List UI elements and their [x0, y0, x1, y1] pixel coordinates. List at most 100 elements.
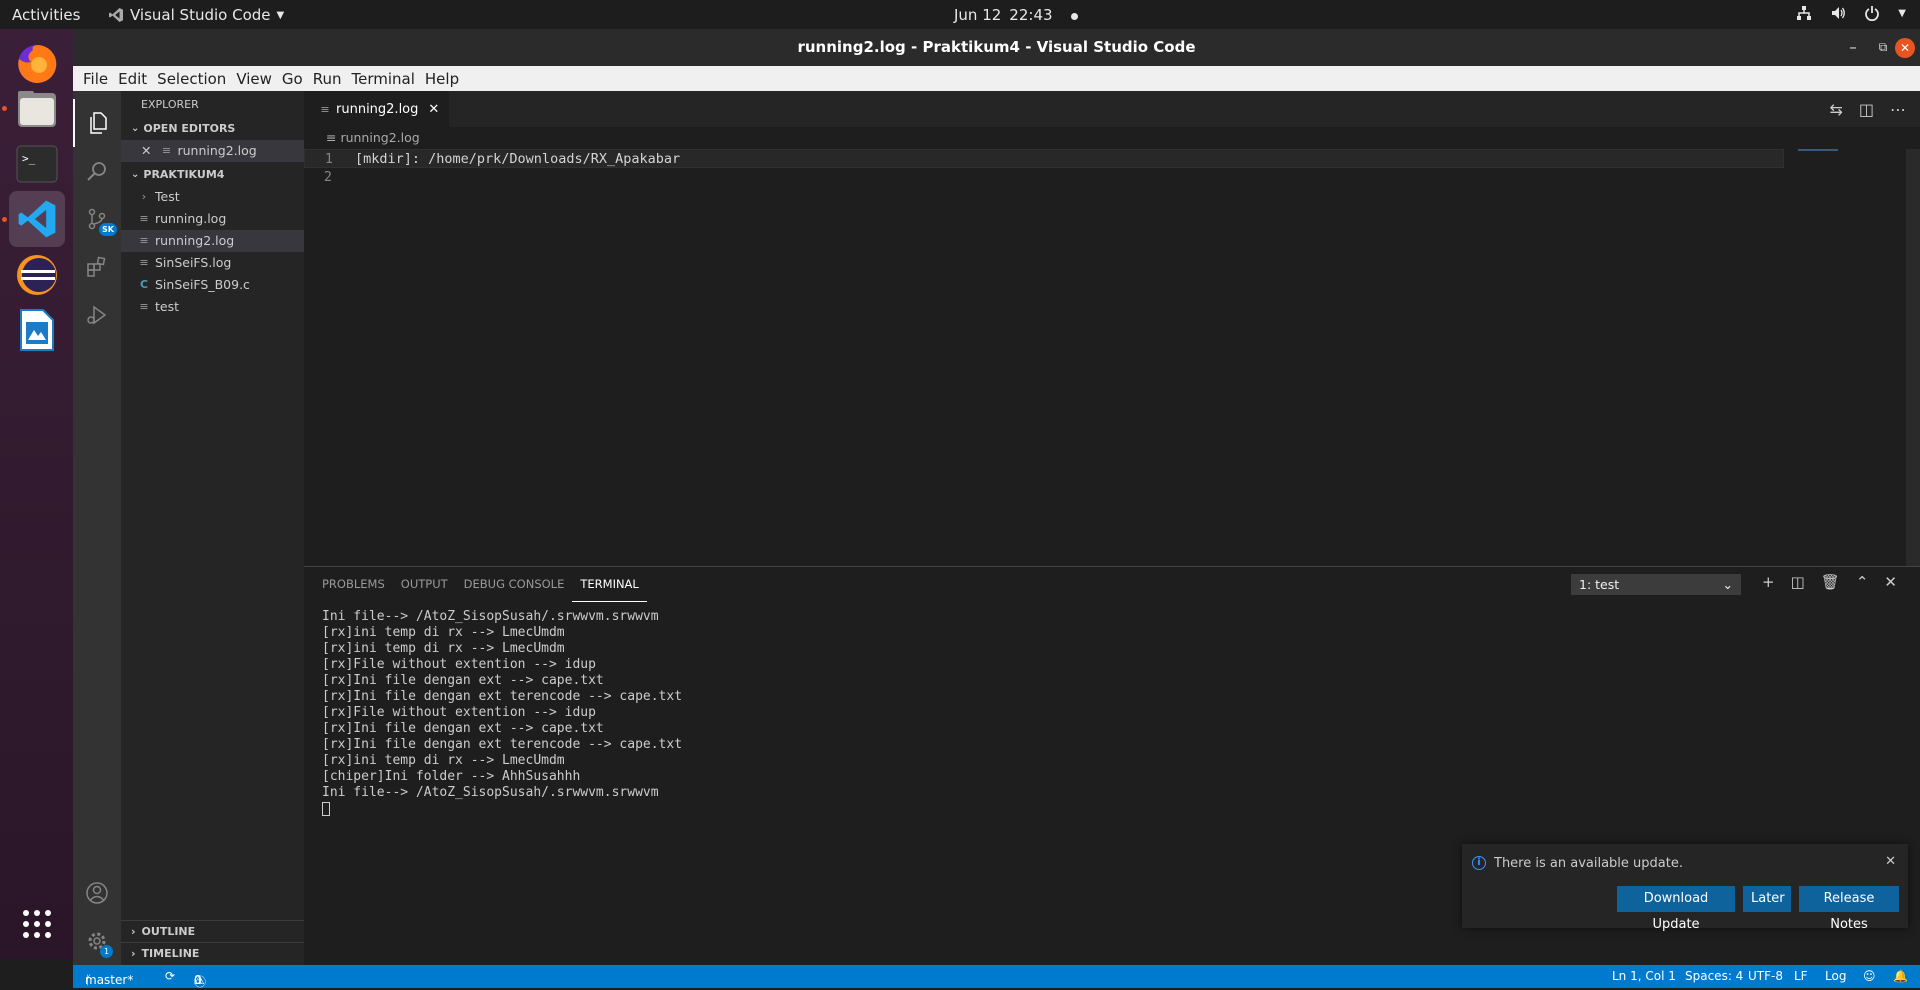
source-control-activity[interactable]: SK — [73, 195, 121, 243]
breadcrumb[interactable]: ≡ running2.log — [304, 127, 1920, 149]
libreoffice-writer-icon — [20, 309, 54, 351]
info-icon: i — [1472, 856, 1486, 870]
tree-file-test[interactable]: ≡ test — [121, 296, 304, 318]
terminal-line: [rx]ini temp di rx --> LmecUmdm — [322, 625, 565, 640]
terminal-output[interactable]: Ini file--> /AtoZ_SisopSusah/.srwwvm.srw… — [304, 602, 1920, 817]
bell-icon[interactable]: 🔔 — [1893, 969, 1908, 983]
indentation[interactable]: Spaces: 4 — [1685, 969, 1743, 983]
trash-icon[interactable]: 🗑 — [1821, 573, 1840, 591]
tree-folder-test[interactable]: › Test — [121, 186, 304, 208]
close-icon[interactable]: ✕ — [428, 102, 439, 117]
menu-selection[interactable]: Selection — [152, 70, 231, 88]
terminal-line: [rx]Ini file dengan ext terencode --> ca… — [322, 737, 683, 752]
tree-file-running-log[interactable]: ≡ running.log — [121, 208, 304, 230]
release-notes-button[interactable]: Release Notes — [1799, 886, 1899, 932]
vscode-icon — [109, 8, 123, 22]
tree-file-sinseifs-log[interactable]: ≡ SinSeiFS.log — [121, 252, 304, 274]
menu-terminal[interactable]: Terminal — [347, 70, 420, 88]
title-bar[interactable]: running2.log - Praktikum4 - Visual Studi… — [73, 29, 1920, 66]
new-terminal-icon[interactable]: + — [1762, 573, 1775, 591]
split-editor-icon[interactable]: ◫ — [1859, 100, 1874, 119]
notification-message: There is an available update. — [1494, 856, 1683, 871]
menu-go[interactable]: Go — [277, 70, 308, 88]
volume-icon — [1832, 7, 1846, 19]
tab-debug-console[interactable]: DEBUG CONSOLE — [456, 567, 573, 602]
terminal-line: [rx]File without extention --> idup — [322, 705, 596, 720]
files-icon — [18, 91, 56, 127]
files-launcher[interactable] — [9, 81, 65, 137]
cursor-position[interactable]: Ln 1, Col 1 — [1612, 969, 1676, 983]
show-applications-button[interactable] — [9, 896, 65, 952]
sync-icon[interactable]: ⟳ — [165, 969, 175, 983]
open-changes-icon[interactable]: ⇆ — [1829, 100, 1842, 119]
eclipse-launcher[interactable] — [9, 247, 65, 303]
activities-button[interactable]: Activities — [12, 6, 80, 24]
menu-help[interactable]: Help — [420, 70, 464, 88]
split-terminal-icon[interactable]: ◫ — [1791, 573, 1805, 591]
project-section[interactable]: ⌄ PRAKTIKUM4 — [121, 164, 304, 186]
tree-file-sinseifs-c[interactable]: C SinSeiFS_B09.c — [121, 274, 304, 296]
later-button[interactable]: Later — [1743, 886, 1791, 912]
close-panel-icon[interactable]: ✕ — [1884, 573, 1897, 591]
update-notification: i There is an available update. ✕ Downlo… — [1462, 844, 1908, 932]
extensions-icon — [87, 256, 106, 277]
activity-bar: SK 1 — [73, 91, 121, 965]
window-title: running2.log - Praktikum4 - Visual Studi… — [797, 38, 1196, 56]
tab-terminal[interactable]: TERMINAL — [572, 567, 647, 602]
menu-file[interactable]: File — [78, 70, 113, 88]
more-actions-icon[interactable]: ⋯ — [1890, 100, 1906, 119]
vscode-launcher[interactable] — [9, 191, 65, 247]
minimap[interactable] — [1798, 149, 1838, 151]
download-update-button[interactable]: Download Update — [1617, 886, 1735, 932]
editor-tab-running2-log[interactable]: ≡ running2.log ✕ — [304, 91, 450, 127]
close-icon[interactable]: ✕ — [141, 140, 151, 162]
account-icon — [86, 882, 108, 904]
notification-dot-icon — [1070, 12, 1078, 20]
terminal-select[interactable]: 1: test ⌄ — [1571, 574, 1741, 595]
encoding[interactable]: UTF-8 — [1748, 969, 1783, 983]
chevron-right-icon: › — [141, 190, 147, 203]
feedback-icon[interactable]: ☺ — [1863, 969, 1876, 983]
app-menu[interactable]: Visual Studio Code ▼ — [108, 6, 284, 24]
editor-tabs: ≡ running2.log ✕ ⇆ ◫ ⋯ — [304, 91, 1920, 127]
accounts-activity[interactable] — [73, 869, 121, 917]
tab-output[interactable]: OUTPUT — [393, 567, 456, 602]
close-icon[interactable]: ✕ — [1885, 854, 1896, 869]
tab-problems[interactable]: PROBLEMS — [314, 567, 393, 602]
extensions-activity[interactable] — [73, 243, 121, 291]
network-icon — [1797, 6, 1812, 20]
scrollbar[interactable] — [1906, 149, 1920, 566]
search-activity[interactable] — [73, 147, 121, 195]
end-of-line[interactable]: LF — [1794, 969, 1808, 983]
terminal-line: Ini file--> /AtoZ_SisopSusah/.srwwvm.srw… — [322, 609, 659, 624]
terminal-line: [chiper]Ini folder --> AhhSusahhh — [322, 769, 581, 784]
explorer-activity[interactable] — [73, 99, 121, 147]
app-name: Visual Studio Code — [130, 6, 271, 24]
code-area[interactable]: 1 [mkdir]: /home/prk/Downloads/RX_Apakaba… — [304, 149, 1920, 187]
system-tray[interactable]: ▼ — [1796, 5, 1906, 21]
timeline-section[interactable]: › TIMELINE — [121, 942, 304, 965]
lines-icon: ≡ — [139, 300, 149, 313]
open-editor-item[interactable]: ✕ ≡ running2.log — [121, 140, 304, 162]
terminal-launcher[interactable]: >_ — [9, 136, 65, 192]
minimize-button[interactable]: – — [1838, 29, 1868, 66]
outline-section[interactable]: › OUTLINE — [121, 920, 304, 943]
writer-launcher[interactable] — [9, 302, 65, 358]
menu-edit[interactable]: Edit — [113, 70, 152, 88]
chevron-down-icon: ▼ — [276, 9, 285, 21]
close-window-button[interactable]: ✕ — [1890, 29, 1920, 66]
open-editors-section[interactable]: ⌄ OPEN EDITORS — [121, 118, 304, 140]
scm-badge: SK — [99, 223, 117, 236]
tree-file-running2-log[interactable]: ≡ running2.log — [121, 230, 304, 252]
language-mode[interactable]: Log — [1825, 969, 1846, 983]
menu-view[interactable]: View — [231, 70, 277, 88]
chevron-down-icon: ⌄ — [131, 169, 140, 180]
run-debug-activity[interactable] — [73, 291, 121, 339]
terminal-line: [rx]Ini file dengan ext terencode --> ca… — [322, 689, 683, 704]
terminal-line: [rx]ini temp di rx --> LmecUmdm — [322, 753, 565, 768]
clock[interactable]: Jun 12 22:43 — [954, 6, 1078, 24]
menu-run[interactable]: Run — [308, 70, 347, 88]
chevron-down-icon: ⌄ — [1722, 577, 1733, 592]
maximize-panel-icon[interactable]: ⌃ — [1856, 573, 1869, 591]
manage-activity[interactable]: 1 — [73, 917, 121, 965]
